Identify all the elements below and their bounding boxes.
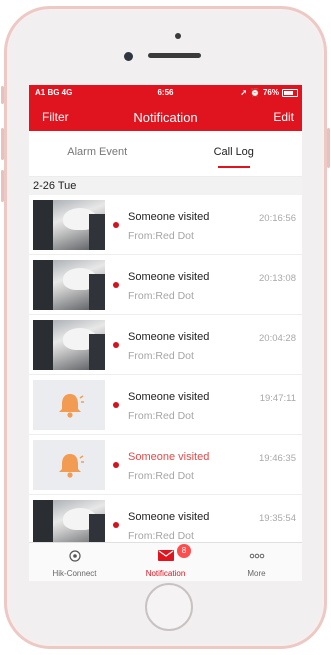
tab-label: Alarm Event: [67, 146, 128, 158]
date-header: 2-26 Tue: [29, 177, 302, 195]
status-right: ➚ ⏰ 76%: [240, 88, 298, 97]
row-source: From:Red Dot: [128, 350, 194, 362]
row-timestamp: 19:46:35: [259, 453, 296, 464]
call-log-list: Someone visited From:Red Dot 20:16:56 Someo…: [29, 195, 302, 555]
app-screen: A1 BG 4G 6:56 ➚ ⏰ 76% Filter Notificatio…: [29, 85, 302, 581]
row-title: Someone visited: [128, 511, 210, 523]
front-camera: [124, 52, 133, 61]
row-timestamp: 19:47:11: [259, 393, 296, 404]
segment-tabs: Alarm Event Call Log: [29, 131, 302, 177]
unread-dot: [113, 522, 119, 528]
page-title: Notification: [133, 110, 198, 125]
volume-down-button: [1, 170, 4, 202]
tabbar-item-notification[interactable]: 8 Notification: [120, 543, 211, 581]
call-log-row[interactable]: Someone visited From:Red Dot 19:47:11: [29, 375, 302, 435]
unread-dot: [113, 402, 119, 408]
bell-thumbnail: [33, 380, 105, 430]
unread-dot: [113, 282, 119, 288]
unread-dot: [113, 222, 119, 228]
bell-icon: [59, 394, 84, 418]
camera-snapshot-thumbnail: [33, 320, 105, 370]
row-timestamp: 20:13:08: [259, 273, 296, 284]
earpiece-speaker: [148, 53, 201, 58]
battery-percent: 76%: [262, 88, 279, 97]
tabbar-item-more[interactable]: More: [211, 543, 302, 581]
row-title: Someone visited: [128, 271, 210, 283]
tab-call-log[interactable]: Call Log: [166, 131, 303, 176]
call-log-row[interactable]: Someone visited From:Red Dot 20:16:56: [29, 195, 302, 255]
status-bar: A1 BG 4G 6:56 ➚ ⏰ 76%: [29, 85, 302, 101]
row-title: Someone visited: [128, 211, 210, 223]
tabbar-label: Hik-Connect: [52, 569, 97, 578]
sensor-dot: [175, 33, 181, 39]
row-title: Someone visited: [128, 391, 210, 403]
tabbar-item-hik-connect[interactable]: Hik-Connect: [29, 543, 120, 581]
row-source: From:Red Dot: [128, 290, 194, 302]
row-source: From:Red Dot: [128, 530, 194, 542]
edit-button[interactable]: Edit: [273, 110, 294, 124]
power-button: [327, 128, 330, 168]
call-log-row[interactable]: Someone visited From:Red Dot 20:13:08: [29, 255, 302, 315]
app-header: A1 BG 4G 6:56 ➚ ⏰ 76% Filter Notificatio…: [29, 85, 302, 131]
bell-thumbnail: [33, 440, 105, 490]
call-log-row[interactable]: Someone visited From:Red Dot 20:04:28: [29, 315, 302, 375]
tab-label: Call Log: [213, 146, 254, 158]
camera-snapshot-thumbnail: [33, 260, 105, 310]
row-source: From:Red Dot: [128, 230, 194, 242]
row-source: From:Red Dot: [128, 470, 194, 482]
alarm-icon: ⏰: [250, 88, 260, 97]
row-timestamp: 20:04:28: [259, 333, 296, 344]
home-button[interactable]: [145, 583, 193, 631]
camera-snapshot-thumbnail: [33, 200, 105, 250]
bell-icon: [59, 454, 84, 478]
unread-dot: [113, 342, 119, 348]
notification-badge: 8: [177, 544, 191, 558]
bottom-tab-bar: Hik-Connect 8 Notification More: [29, 542, 302, 581]
hik-connect-icon: [68, 550, 81, 562]
nav-bar: Filter Notification Edit: [29, 107, 302, 129]
tabbar-label: Notification: [145, 569, 186, 578]
row-title: Someone visited: [128, 451, 210, 463]
row-timestamp: 20:16:56: [259, 213, 296, 224]
mail-icon: [157, 550, 174, 561]
active-tab-indicator: [217, 166, 250, 168]
battery-icon: [282, 88, 298, 97]
row-source: From:Red Dot: [128, 410, 194, 422]
tab-alarm-event[interactable]: Alarm Event: [29, 131, 166, 176]
tabbar-label: More: [247, 569, 266, 578]
mute-switch: [1, 86, 4, 104]
unread-dot: [113, 462, 119, 468]
row-timestamp: 19:35:54: [259, 513, 296, 524]
call-log-row[interactable]: Someone visited From:Red Dot 19:46:35: [29, 435, 302, 495]
row-title: Someone visited: [128, 331, 210, 343]
location-icon: ➚: [240, 88, 248, 97]
volume-up-button: [1, 128, 4, 160]
more-dots-icon: [249, 553, 264, 559]
